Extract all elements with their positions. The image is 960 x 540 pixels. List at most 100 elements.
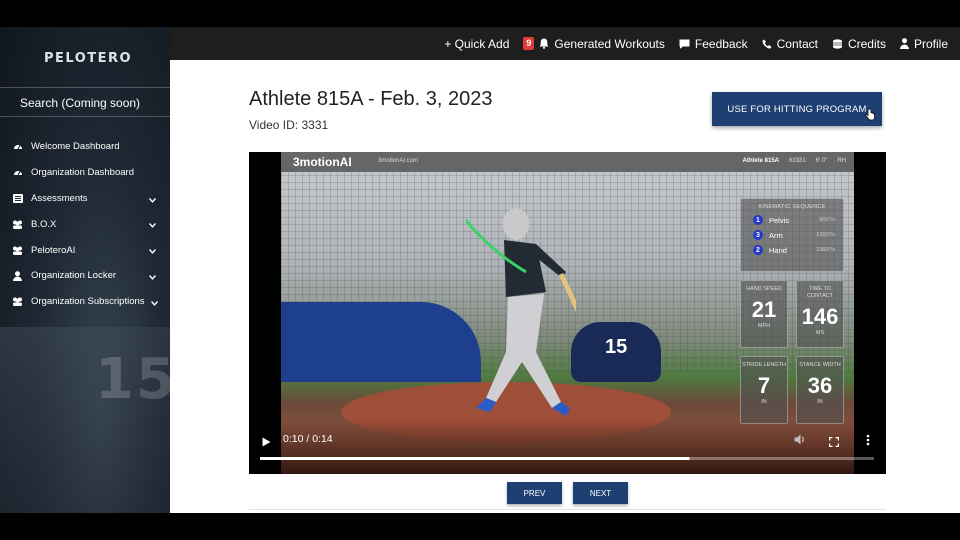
comment-icon	[679, 39, 690, 49]
top-navbar: + Quick Add 9 Generated Workouts Feedbac…	[170, 27, 960, 60]
sequence-order: 2	[753, 245, 763, 255]
sidebar-menu: Welcome Dashboard Organization Dashboard…	[0, 134, 170, 315]
video-time: 0:10 / 0:14	[283, 433, 333, 445]
profile-link[interactable]: Profile	[899, 36, 948, 51]
sidebar-item-assessments[interactable]: Assessments	[0, 186, 170, 212]
fullscreen-icon[interactable]	[828, 434, 840, 452]
next-button[interactable]: NEXT	[573, 482, 628, 504]
contact-label: Contact	[776, 36, 818, 51]
quick-add-link[interactable]: + Quick Add	[444, 37, 509, 51]
user-icon	[899, 38, 909, 49]
sequence-segment: Arm	[769, 230, 783, 240]
sidebar-item-organization-subscriptions[interactable]: Organization Subscriptions	[0, 289, 170, 315]
users-icon	[12, 245, 23, 256]
page-title: Athlete 815A - Feb. 3, 2023	[249, 88, 493, 110]
metric-time-to-contact: TIME TO CONTACT 146 MS	[796, 280, 844, 348]
credits-link[interactable]: Credits	[832, 37, 886, 51]
gauge-icon	[12, 167, 23, 178]
contact-link[interactable]: Contact	[762, 37, 818, 51]
overlay-brand: 3motionAI	[293, 155, 352, 169]
feedback-link[interactable]: Feedback	[679, 37, 748, 51]
play-icon[interactable]	[262, 434, 271, 452]
metric-unit: IN	[761, 399, 767, 405]
overlay-url: 3motionAI.com	[378, 158, 419, 164]
overlay-athlete-info: Athlete 815A 63331 6' 0" RH	[743, 158, 846, 164]
sidebar-item-welcome-dashboard[interactable]: Welcome Dashboard	[0, 134, 170, 160]
overlay-height: 6' 0"	[815, 158, 828, 164]
protective-screen	[281, 302, 481, 382]
sidebar-item-box[interactable]: B.O.X	[0, 211, 170, 237]
gauge-icon	[12, 141, 23, 152]
sidebar-search[interactable]: Search (Coming soon)	[0, 87, 170, 117]
chevron-down-icon	[150, 298, 159, 309]
app-logo[interactable]: PELOTERO	[44, 51, 132, 66]
user-icon	[12, 270, 23, 281]
users-icon	[12, 296, 23, 307]
sidebar-item-label: Welcome Dashboard	[31, 141, 120, 153]
chevron-down-icon	[148, 195, 157, 206]
volume-icon[interactable]	[794, 432, 806, 450]
overlay-athlete: Athlete 815A	[742, 158, 780, 164]
metric-unit: MPH	[757, 323, 771, 329]
video-progress-bar[interactable]	[260, 457, 874, 460]
metric-unit: MS	[815, 330, 825, 336]
notification-badge: 9	[523, 37, 535, 50]
sequence-segment: Pelvis	[769, 215, 790, 225]
banner-number: 15	[605, 336, 628, 358]
batter-figure	[466, 208, 576, 416]
sequence-row: 3 Arm 1360°/s	[753, 230, 843, 240]
video-controls: 0:10 / 0:14	[249, 420, 886, 474]
sequence-order: 1	[753, 215, 763, 225]
metric-stance-width: STANCE WIDTH 36 IN	[796, 356, 844, 424]
coins-icon	[832, 38, 843, 49]
metric-label: STANCE WIDTH	[799, 362, 841, 368]
sponsor-banner: 15	[571, 322, 661, 382]
sidebar-item-label: Assessments	[31, 192, 88, 204]
users-icon	[12, 219, 23, 230]
divider	[249, 509, 886, 510]
overlay-meta: 63331	[789, 158, 806, 164]
metric-unit: IN	[817, 399, 823, 405]
metric-label: STRIDE LENGTH	[741, 362, 786, 368]
metric-value: 21	[751, 297, 777, 322]
chevron-down-icon	[148, 272, 157, 283]
kinematic-sequence-panel: KINEMATIC SEQUENCE 1 Pelvis 900°/s 3 Arm…	[740, 198, 844, 272]
credits-label: Credits	[847, 36, 886, 51]
more-options-icon[interactable]	[866, 433, 870, 451]
sequence-value: 900°/s	[819, 217, 835, 223]
sidebar-item-peloteroai[interactable]: PeloteroAI	[0, 237, 170, 263]
prev-button[interactable]: PREV	[507, 482, 562, 504]
metric-stride-length: STRIDE LENGTH 7 IN	[740, 356, 788, 424]
video-player[interactable]: 15 3motionAI 3motionAI.com Athlete 815A	[249, 152, 886, 474]
sequence-value: 1360°/s	[816, 232, 835, 238]
video-id: Video ID: 3331	[249, 118, 329, 132]
feedback-label: Feedback	[694, 36, 748, 51]
sequence-value: 1360°/s	[816, 247, 835, 253]
profile-label: Profile	[913, 36, 948, 51]
overlay-header: 3motionAI 3motionAI.com Athlete 815A 633…	[281, 152, 854, 172]
bell-icon	[539, 38, 549, 49]
metric-label: HAND SPEED	[746, 286, 782, 292]
metric-label: TIME TO CONTACT	[806, 286, 834, 299]
list-icon	[12, 193, 23, 204]
overlay-hand: RH	[837, 158, 846, 164]
sidebar-item-organization-dashboard[interactable]: Organization Dashboard	[0, 160, 170, 186]
sequence-order: 3	[753, 230, 763, 240]
sidebar-item-label: Organization Subscriptions	[31, 296, 145, 308]
quick-add-label: + Quick Add	[444, 36, 510, 51]
kinematic-title: KINEMATIC SEQUENCE	[758, 204, 826, 210]
generated-workouts-link[interactable]: 9 Generated Workouts	[523, 37, 665, 51]
sidebar-item-label: PeloteroAI	[31, 244, 76, 256]
app-window: 15 PELOTERO Search (Coming soon) Welcome…	[0, 27, 960, 513]
chevron-down-icon	[148, 246, 157, 257]
video-buffered-bar	[260, 457, 690, 460]
sequence-row: 1 Pelvis 900°/s	[753, 215, 843, 225]
sidebar-background-number: 15	[95, 347, 170, 412]
metric-value: 36	[807, 373, 833, 398]
sequence-segment: Hand	[769, 245, 787, 255]
sidebar-item-label: Organization Locker	[31, 270, 117, 282]
use-for-hitting-program-button[interactable]: USE FOR HITTING PROGRAM	[712, 92, 882, 126]
sidebar-item-organization-locker[interactable]: Organization Locker	[0, 263, 170, 289]
metric-value: 146	[801, 304, 839, 329]
phone-icon	[762, 39, 772, 49]
